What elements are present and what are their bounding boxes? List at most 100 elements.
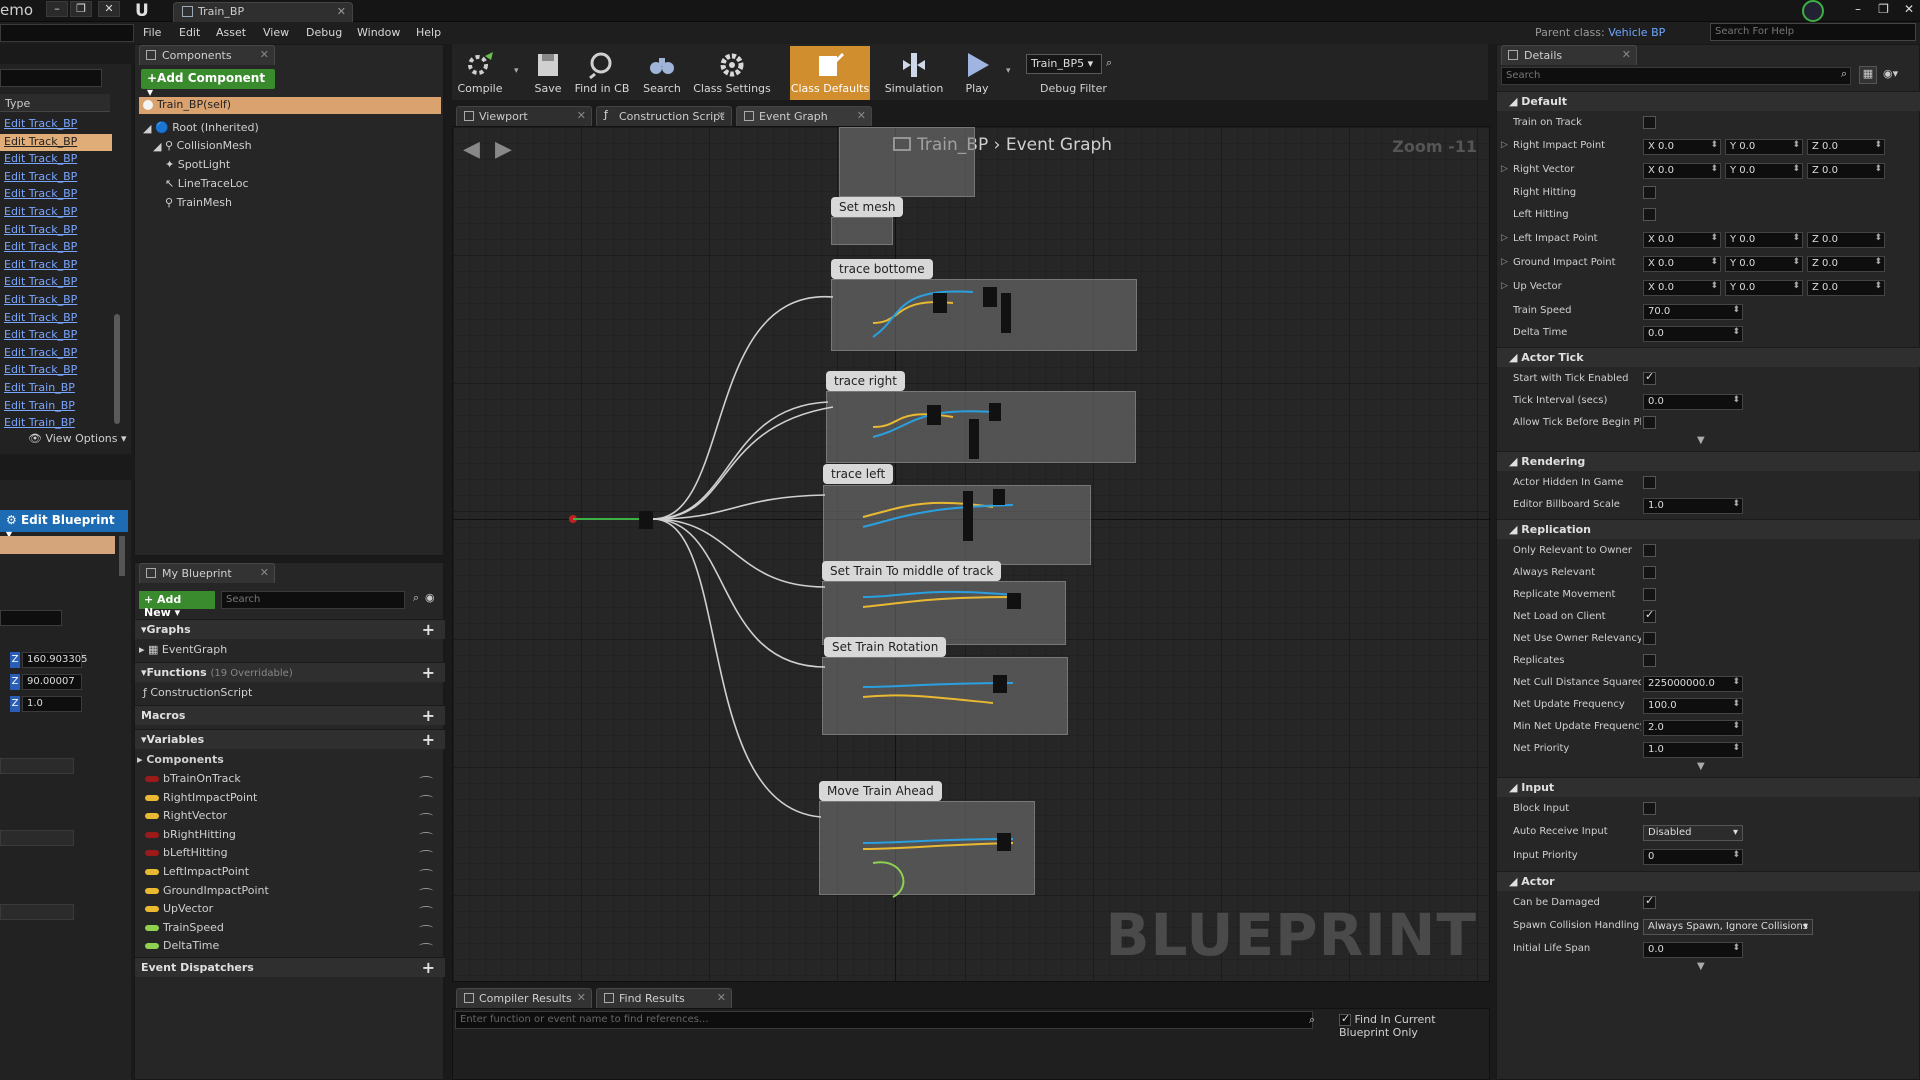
edit-blueprint-button[interactable]: ⚙ Edit Blueprint ▾: [0, 510, 128, 541]
details-tab[interactable]: Details ✕: [1501, 45, 1637, 65]
play-button[interactable]: Play: [952, 46, 1002, 100]
comment-label-trace-left[interactable]: trace left: [823, 464, 894, 484]
close-icon[interactable]: ✕: [717, 991, 726, 1004]
variable-item[interactable]: RightImpactPoint: [145, 791, 257, 804]
list-item[interactable]: Edit Track_BP: [0, 310, 112, 327]
close-button[interactable]: ✕: [98, 1, 120, 17]
close-icon[interactable]: ✕: [717, 109, 726, 122]
source-control-status-icon[interactable]: [1802, 0, 1824, 22]
list-item[interactable]: Edit Track_BP: [0, 239, 112, 256]
advanced-expand-icon[interactable]: ▼: [1697, 435, 1705, 446]
list-scrollbar[interactable]: [114, 314, 120, 424]
list-item[interactable]: Edit Track_BP: [0, 292, 112, 309]
category-actor-tick[interactable]: ◢ Actor Tick: [1497, 347, 1920, 367]
right-impact-point-y[interactable]: Y 0.0: [1725, 139, 1803, 155]
prop-train-on-track-checkbox[interactable]: [1643, 116, 1656, 129]
prop-left-hitting-checkbox[interactable]: [1643, 208, 1656, 221]
my-blueprint-tab[interactable]: My Blueprint ✕: [139, 563, 275, 583]
find-references-input[interactable]: Enter function or event name to find ref…: [455, 1011, 1313, 1029]
add-macro-icon[interactable]: +: [422, 706, 435, 725]
visibility-eye-icon[interactable]: [419, 850, 433, 856]
visibility-eye-icon[interactable]: [419, 887, 433, 894]
category-replication[interactable]: ◢ Replication: [1497, 519, 1920, 539]
restore-button[interactable]: ❐: [1873, 0, 1895, 18]
property-dropdown[interactable]: [0, 904, 74, 920]
advanced-expand-icon[interactable]: ▼: [1697, 961, 1705, 972]
tree-expand-icon[interactable]: ◢: [143, 122, 151, 135]
list-item[interactable]: Edit Track_BP: [0, 133, 112, 151]
prop-net-load-checkbox[interactable]: [1643, 608, 1656, 623]
advanced-expand-icon[interactable]: ▼: [1697, 761, 1705, 772]
rotation-z-field[interactable]: 90.00007: [22, 674, 82, 690]
save-button[interactable]: Save: [528, 46, 568, 100]
visibility-eye-icon[interactable]: [419, 794, 433, 801]
minimize-button[interactable]: –: [46, 1, 68, 17]
find-in-cb-button[interactable]: Find in CB: [572, 46, 632, 100]
minimize-button[interactable]: –: [1847, 0, 1869, 18]
prop-spawn-collision-select[interactable]: Always Spawn, Ignore Collisions ▾: [1643, 919, 1813, 935]
property-dropdown[interactable]: [0, 758, 74, 774]
left-impact-point-z[interactable]: Z 0.0: [1807, 232, 1885, 248]
restore-button[interactable]: ❐: [70, 1, 92, 17]
close-icon[interactable]: ✕: [1622, 48, 1631, 61]
variable-item[interactable]: bTrainOnTrack: [145, 772, 241, 785]
prop-input-priority-field[interactable]: 0: [1643, 849, 1743, 865]
search-button[interactable]: Search: [638, 46, 686, 100]
add-function-icon[interactable]: +: [422, 663, 435, 682]
prop-replicate-movement-checkbox[interactable]: [1643, 588, 1656, 601]
comment-label-set-train-rotation[interactable]: Set Train Rotation: [824, 637, 947, 657]
variable-item[interactable]: DeltaTime: [145, 939, 219, 952]
prop-net-cull-field[interactable]: 225000000.0: [1643, 676, 1743, 692]
tab-compiler-results[interactable]: Compiler Results ✕: [456, 988, 592, 1008]
tab-viewport[interactable]: Viewport ✕: [456, 106, 592, 126]
eye-icon[interactable]: ◉: [425, 591, 435, 604]
prop-min-net-update-field[interactable]: 2.0: [1643, 720, 1743, 736]
expand-arrow-icon[interactable]: ▷: [1501, 233, 1508, 243]
menu-view[interactable]: View: [263, 26, 289, 39]
close-icon[interactable]: ✕: [337, 5, 346, 18]
menu-window[interactable]: Window: [357, 26, 400, 39]
document-tab[interactable]: Train_BP ✕: [173, 2, 353, 22]
list-item[interactable]: Edit Track_BP: [0, 345, 112, 362]
debug-object-select[interactable]: Train_BP5 ▾: [1026, 54, 1102, 74]
event-dispatchers-section[interactable]: Event Dispatchers +: [135, 957, 445, 977]
ground-impact-point-y[interactable]: Y 0.0: [1725, 256, 1803, 272]
variables-section[interactable]: ▾Variables +: [135, 729, 445, 749]
list-item[interactable]: Edit Track_BP: [0, 116, 112, 133]
up-vector-x[interactable]: X 0.0: [1643, 280, 1721, 296]
prop-actor-hidden-checkbox[interactable]: [1643, 476, 1656, 489]
prop-billboard-scale-field[interactable]: 1.0: [1643, 498, 1743, 514]
prop-allow-tick-checkbox[interactable]: [1643, 416, 1656, 429]
type-column-header[interactable]: Type: [0, 94, 110, 112]
list-item[interactable]: Edit Track_BP: [0, 257, 112, 274]
my-blueprint-search-input[interactable]: Search: [221, 591, 405, 609]
left-search-field[interactable]: [0, 610, 62, 626]
up-vector-y[interactable]: Y 0.0: [1725, 280, 1803, 296]
scale-z-field[interactable]: 1.0: [22, 696, 82, 712]
prop-only-relevant-checkbox[interactable]: [1643, 544, 1656, 557]
compile-options-chevron-icon[interactable]: ▾: [514, 66, 519, 76]
components-tab[interactable]: Components ✕: [139, 45, 275, 65]
left-scrollbar[interactable]: [119, 536, 125, 576]
list-search-input[interactable]: [0, 69, 102, 87]
variable-item[interactable]: GroundImpactPoint: [145, 884, 269, 897]
variable-item[interactable]: bRightHitting: [145, 828, 236, 841]
component-linetraceloc[interactable]: ↖ LineTraceLoc: [165, 177, 249, 190]
visibility-eye-icon[interactable]: [419, 813, 433, 819]
class-defaults-button[interactable]: Class Defaults: [790, 46, 870, 100]
menu-edit[interactable]: Edit: [179, 26, 200, 39]
component-trainmesh[interactable]: ⚲ TrainMesh: [165, 196, 232, 209]
view-options-button[interactable]: 👁 View Options ▾: [28, 432, 127, 445]
compile-button[interactable]: Compile: [452, 46, 508, 100]
close-icon[interactable]: ✕: [577, 109, 586, 122]
list-item[interactable]: Edit Track_BP: [0, 186, 112, 203]
component-collisionmesh[interactable]: ⚲ CollisionMesh: [165, 139, 252, 152]
selected-actor-row[interactable]: [0, 536, 115, 554]
prop-can-be-damaged-checkbox[interactable]: [1643, 894, 1656, 909]
location-z-field[interactable]: 160.903305: [22, 652, 87, 668]
close-icon[interactable]: ✕: [857, 109, 866, 122]
macros-section[interactable]: Macros +: [135, 705, 445, 725]
prop-train-speed-field[interactable]: 70.0: [1643, 304, 1743, 320]
help-search-input[interactable]: Search For Help: [1710, 23, 1916, 41]
variable-category-components[interactable]: ▸ Components: [137, 753, 224, 766]
